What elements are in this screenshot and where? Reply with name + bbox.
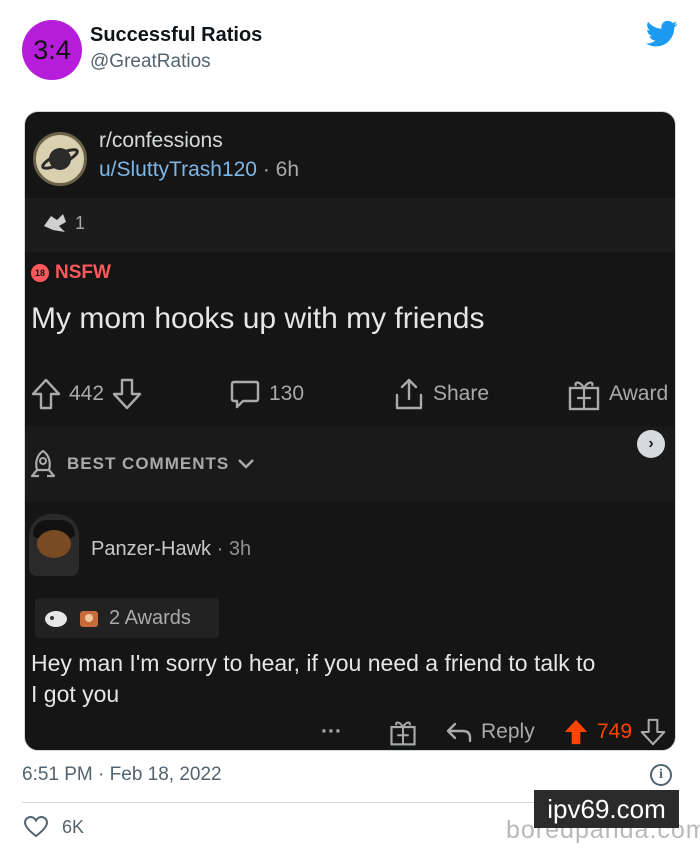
award-icon bbox=[44, 214, 66, 232]
comment-score: 749 bbox=[597, 720, 633, 743]
site-watermark: ipv69.com bbox=[534, 790, 679, 828]
upvote-filled-icon[interactable] bbox=[563, 718, 589, 746]
downvote-icon[interactable] bbox=[112, 378, 142, 410]
comment-vote-group: 749 bbox=[563, 714, 666, 750]
gift-icon bbox=[568, 381, 600, 411]
post-author-name[interactable]: u/SluttyTrash120 bbox=[99, 158, 257, 181]
share-label: Share bbox=[433, 382, 490, 405]
commenter-avatar[interactable] bbox=[29, 514, 79, 576]
comments-button[interactable]: 130 bbox=[229, 372, 304, 416]
planet-icon bbox=[33, 132, 87, 186]
comment-award-button[interactable] bbox=[389, 714, 417, 750]
info-icon[interactable]: i bbox=[650, 764, 672, 786]
post-actions: 442 130 Share Award bbox=[25, 372, 675, 416]
display-name[interactable]: Successful Ratios bbox=[90, 24, 262, 47]
comment-awards[interactable]: 2 Awards bbox=[35, 598, 219, 638]
upvote-count: 442 bbox=[69, 382, 105, 405]
comment-actions: ··· Reply 749 bbox=[25, 714, 675, 750]
award-count: 1 bbox=[75, 212, 86, 233]
comment-author[interactable]: Panzer-Hawk · 3h bbox=[91, 538, 251, 561]
more-options-button[interactable]: ··· bbox=[321, 714, 342, 750]
share-button[interactable]: Share bbox=[393, 372, 489, 416]
nsfw-badge-icon: 18 bbox=[31, 264, 49, 282]
gift-icon bbox=[390, 721, 416, 746]
comment-author-name[interactable]: Panzer-Hawk bbox=[91, 538, 211, 560]
award-button[interactable]: Award bbox=[567, 372, 668, 416]
twitter-bird-icon[interactable] bbox=[646, 20, 678, 48]
vote-group: 442 bbox=[31, 372, 142, 416]
nsfw-tag: 18 NSFW bbox=[31, 262, 111, 284]
sort-label: BEST COMMENTS bbox=[67, 454, 230, 473]
comment-body: Hey man I'm sorry to hear, if you need a… bbox=[31, 648, 675, 710]
comment-award-count: 2 Awards bbox=[109, 606, 191, 629]
reply-button[interactable]: Reply bbox=[445, 714, 535, 750]
subreddit-name[interactable]: r/confessions bbox=[99, 129, 223, 153]
post-author[interactable]: u/SluttyTrash120 · 6h bbox=[99, 158, 299, 182]
user-handle[interactable]: @GreatRatios bbox=[90, 51, 211, 73]
chevron-down-icon bbox=[238, 459, 255, 469]
upvote-icon[interactable] bbox=[31, 378, 61, 410]
post-title[interactable]: My mom hooks up with my friends bbox=[31, 302, 484, 336]
sort-dropdown[interactable]: BEST COMMENTS bbox=[27, 448, 255, 480]
tweet-timestamp[interactable]: 6:51 PM · Feb 18, 2022 bbox=[22, 764, 222, 786]
like-count: 6K bbox=[62, 816, 85, 837]
chevron-right-icon[interactable]: › bbox=[637, 430, 665, 458]
post-time: · 6h bbox=[262, 158, 300, 181]
comment-count: 130 bbox=[269, 382, 305, 405]
reply-arrow-icon bbox=[446, 722, 472, 743]
tweet-card: 3:4 Successful Ratios @GreatRatios r/con… bbox=[0, 0, 700, 854]
award-icon bbox=[80, 611, 98, 627]
like-button[interactable]: 6K bbox=[24, 816, 84, 838]
award-label: Award bbox=[609, 382, 669, 405]
award-icon bbox=[45, 611, 67, 627]
reply-label: Reply bbox=[481, 720, 535, 743]
award-band bbox=[25, 198, 675, 252]
comment-time: · 3h bbox=[216, 538, 252, 560]
rocket-icon bbox=[30, 449, 56, 478]
heart-icon bbox=[24, 816, 48, 838]
nsfw-label: NSFW bbox=[55, 262, 111, 283]
downvote-icon[interactable] bbox=[640, 718, 666, 746]
more-icon: ··· bbox=[321, 720, 342, 743]
comment-bubble-icon bbox=[230, 380, 260, 409]
share-icon bbox=[395, 378, 423, 410]
reddit-screenshot: r/confessions u/SluttyTrash120 · 6h 1 18… bbox=[24, 111, 676, 751]
comment-line: Hey man I'm sorry to hear, if you need a… bbox=[31, 650, 596, 676]
comment-line: I got you bbox=[31, 681, 120, 707]
profile-avatar[interactable]: 3:4 bbox=[22, 20, 82, 80]
post-award[interactable]: 1 bbox=[41, 212, 85, 234]
